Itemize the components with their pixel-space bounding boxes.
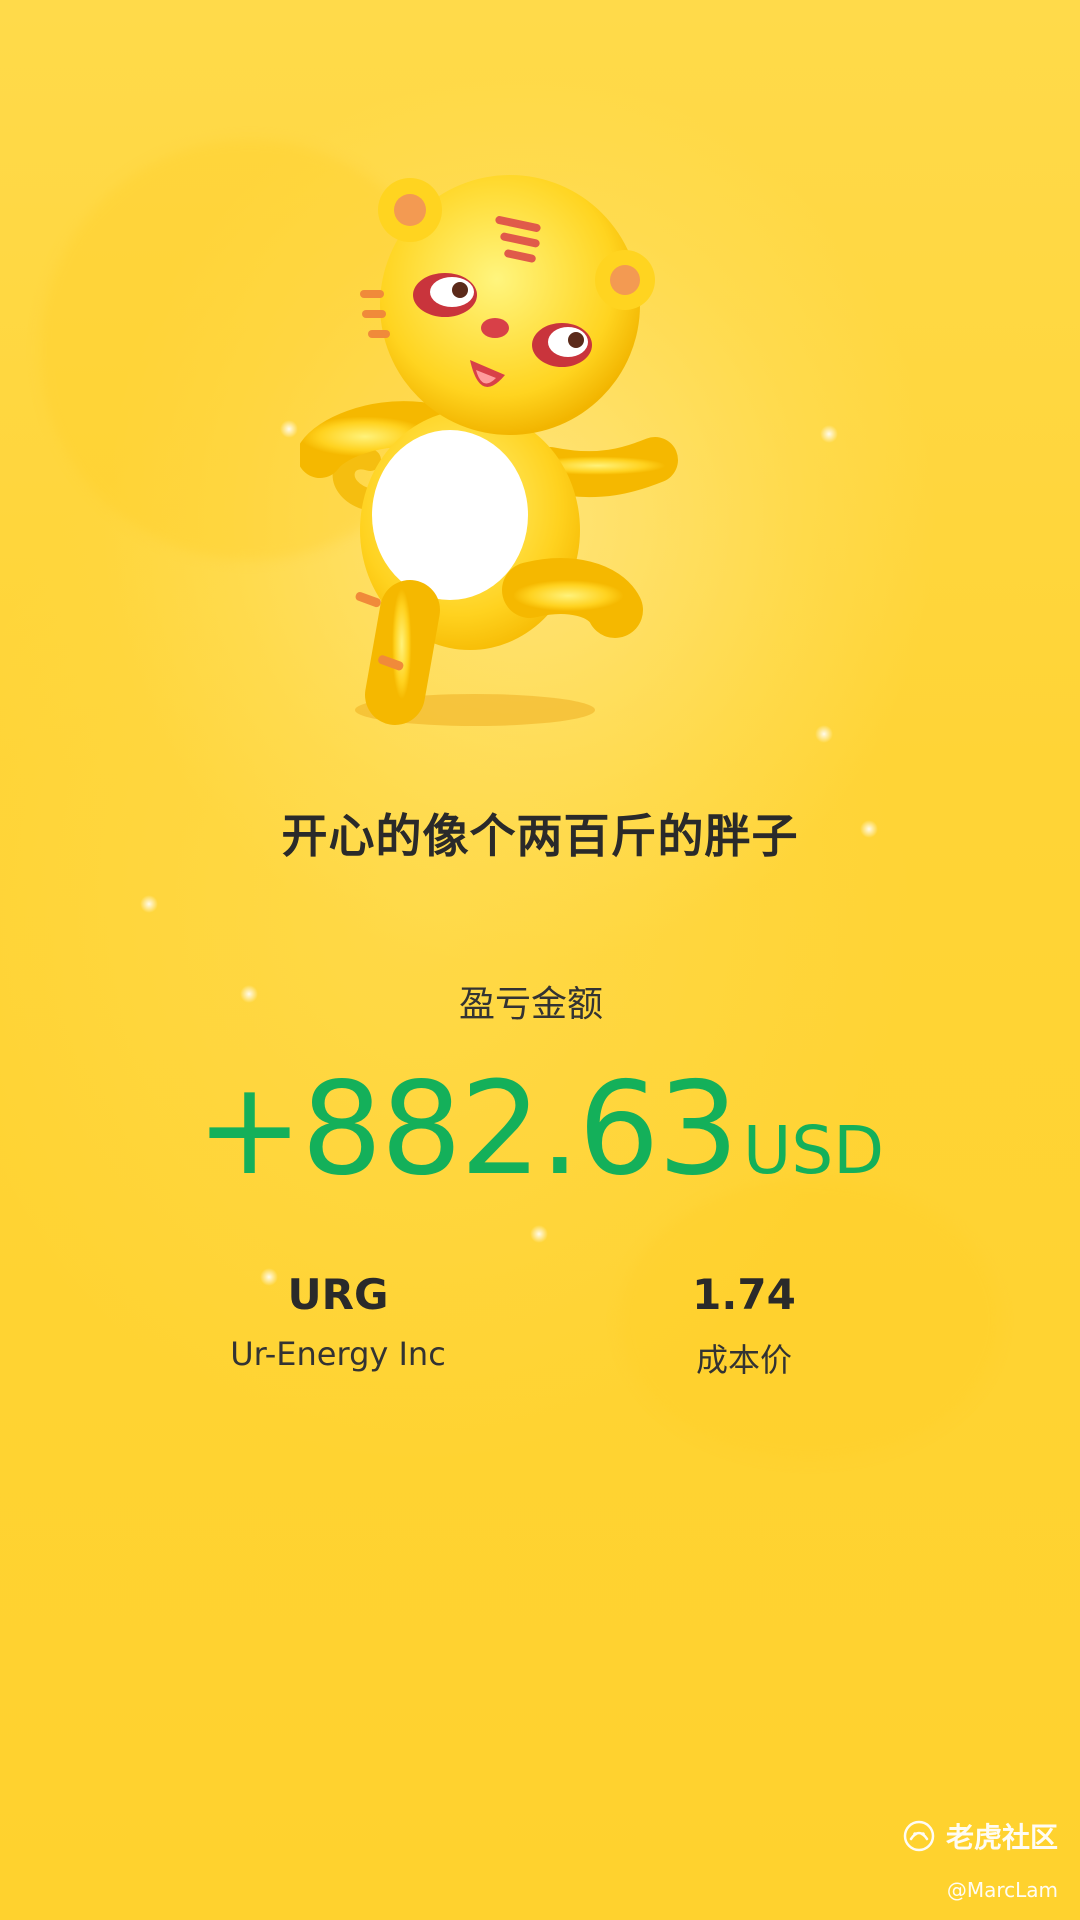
pnl-amount: +882.63USD [0, 1055, 1080, 1204]
stock-name: Ur-Energy Inc [230, 1335, 446, 1373]
watermark-brand: 老虎社区 [945, 1821, 1058, 1854]
cost-info: 1.74 成本价 [564, 1265, 924, 1381]
sparkle [530, 1225, 548, 1243]
watermark: 老虎社区 [902, 1816, 1058, 1856]
cost-price-value: 1.74 [692, 1270, 796, 1319]
stock-info: URG Ur-Energy Inc [158, 1265, 518, 1373]
sparkle [815, 725, 833, 743]
headline: 开心的像个两百斤的胖子 [281, 809, 799, 863]
sparkle [280, 420, 298, 438]
sparkle [820, 425, 838, 443]
pnl-number: +882.63 [195, 1055, 739, 1204]
sparkle [140, 895, 158, 913]
stock-symbol: URG [287, 1270, 389, 1319]
watermark-user: @MarcLam [946, 1878, 1058, 1902]
pnl-label: 盈亏金额 [458, 984, 603, 1025]
tiger-mascot-icon [300, 175, 678, 726]
tiger-logo-icon [903, 1820, 935, 1852]
pnl-unit: USD [743, 1112, 885, 1189]
cost-price-label: 成本价 [695, 1341, 792, 1379]
